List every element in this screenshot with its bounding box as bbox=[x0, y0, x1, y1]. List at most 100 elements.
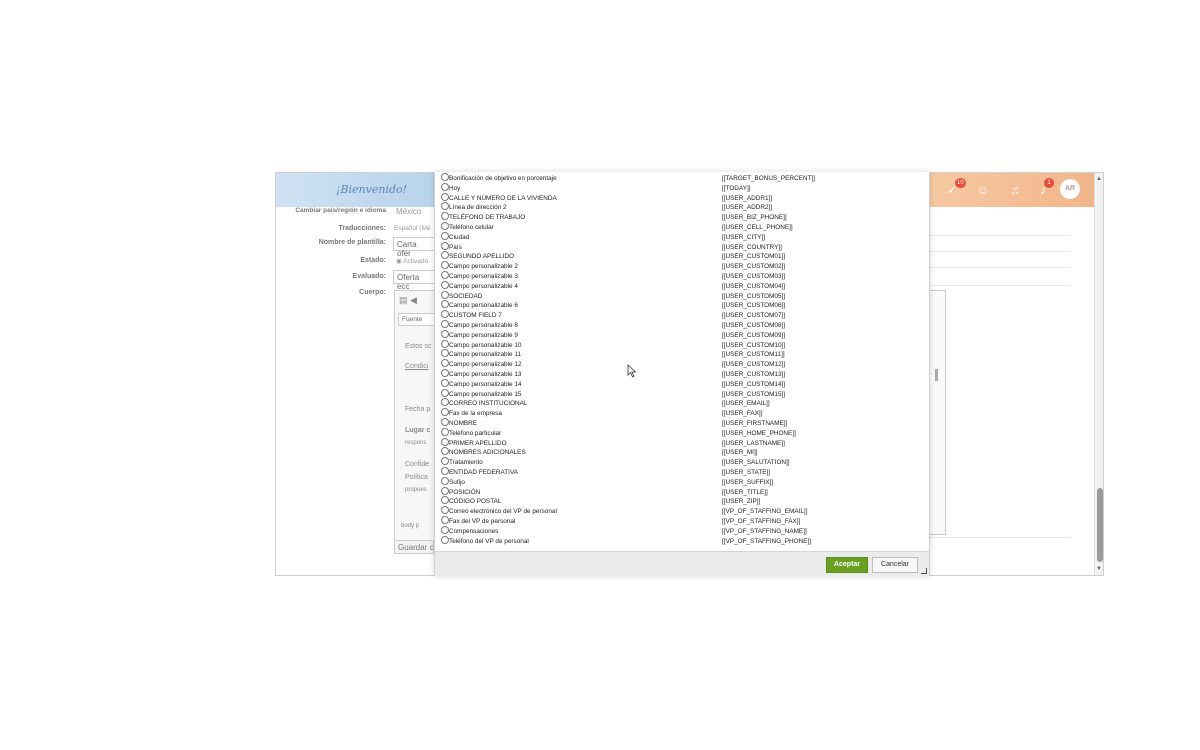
headset-icon[interactable]: ♫ bbox=[1007, 182, 1023, 198]
radio-button[interactable] bbox=[441, 212, 449, 221]
token-option[interactable]: NOMBRES ADICIONALES [[USER_MI]] bbox=[441, 447, 921, 457]
token-option[interactable]: Campo personalizable 6 [[USER_CUSTOM06]] bbox=[441, 300, 921, 310]
token-option[interactable]: Teléfono celular [[USER_CELL_PHONE]] bbox=[441, 222, 921, 232]
token-option[interactable]: POSICIÓN [[USER_TITLE]] bbox=[441, 486, 921, 497]
font-select[interactable]: Fuente bbox=[398, 313, 438, 326]
editor-scroll-area[interactable] bbox=[928, 290, 946, 535]
token-option[interactable]: SEGUNDO APELLIDO [[USER_CUSTOM01]] bbox=[441, 251, 921, 261]
translations-value[interactable]: Español (Mé bbox=[394, 225, 431, 232]
radio-button[interactable] bbox=[441, 525, 449, 534]
people-icon[interactable]: ☺ bbox=[975, 182, 991, 198]
accept-button[interactable]: Aceptar bbox=[826, 557, 868, 573]
page-scrollbar[interactable]: ▲ ▼ bbox=[1094, 173, 1103, 575]
radio-button[interactable] bbox=[441, 467, 449, 475]
radio-button[interactable] bbox=[441, 310, 449, 319]
radio-button[interactable] bbox=[441, 496, 449, 505]
radio-button[interactable] bbox=[441, 359, 449, 368]
token-option[interactable]: CORREO INSTITUCIONAL [[USER_EMAIL]] bbox=[441, 398, 921, 408]
save-button[interactable]: Guardar c bbox=[394, 540, 434, 554]
token-option-placeholder: [[USER_FIRSTNAME]] bbox=[722, 420, 788, 427]
region-value[interactable]: México bbox=[396, 207, 421, 216]
radio-button[interactable] bbox=[441, 349, 449, 358]
token-option[interactable]: PRIMER APELLIDO [[USER_LASTNAME]] bbox=[441, 437, 921, 448]
token-option[interactable]: Campo personalizable 14 [[USER_CUSTOM14]] bbox=[441, 378, 921, 389]
body-editor[interactable]: ▤ ◀ Fuente Estos sc Condici Fecha p Luga… bbox=[394, 290, 438, 542]
token-option[interactable]: TELÉFONO DE TRABAJO [[USER_BIZ_PHONE]] bbox=[441, 212, 921, 222]
evaluated-input[interactable]: Oferta ecc bbox=[393, 270, 435, 291]
token-option[interactable]: Sufijo [[USER_SUFFIX]] bbox=[441, 476, 921, 487]
editor-toolbar-icons[interactable]: ▤ ◀ bbox=[399, 295, 417, 306]
token-option[interactable]: Campo personalizable 8 [[USER_CUSTOM08]] bbox=[441, 320, 921, 330]
radio-button[interactable] bbox=[441, 339, 449, 348]
token-option[interactable]: Campo personalizable 4 [[USER_CUSTOM04]] bbox=[441, 280, 921, 291]
radio-button[interactable] bbox=[441, 535, 449, 544]
token-option[interactable]: Teléfono del VP de personal [[VP_OF_STAFF… bbox=[441, 535, 921, 546]
radio-button[interactable] bbox=[441, 329, 449, 338]
token-option[interactable]: Campo personalizable 15 [[USER_CUSTOM15]] bbox=[441, 388, 921, 399]
radio-button[interactable] bbox=[441, 261, 449, 270]
radio-button[interactable] bbox=[441, 476, 449, 485]
avatar[interactable]: AR bbox=[1060, 179, 1080, 199]
radio-button[interactable] bbox=[441, 457, 449, 466]
token-option[interactable]: CALLE Y NÚMERO DE LA VIVIENDA [[USER_ADDR… bbox=[441, 192, 921, 203]
radio-button[interactable] bbox=[441, 251, 449, 260]
token-option[interactable]: Campo personalizable 3 [[USER_CUSTOM03]] bbox=[441, 271, 921, 281]
radio-button[interactable] bbox=[441, 398, 449, 407]
radio-button[interactable] bbox=[441, 192, 449, 201]
radio-button[interactable] bbox=[441, 408, 449, 417]
editor-scrollbar-thumb[interactable] bbox=[935, 369, 938, 381]
token-option[interactable]: Ciudad [[USER_CITY]] bbox=[441, 231, 921, 242]
token-option[interactable]: Tratamiento [[USER_SALUTATION]] bbox=[441, 457, 921, 467]
token-option[interactable]: CUSTOM FIELD 7 [[USER_CUSTOM07]] bbox=[441, 310, 921, 320]
status-radio[interactable]: ◉ Activado bbox=[396, 257, 428, 265]
token-option-label: Compensaciones bbox=[449, 527, 499, 535]
radio-button[interactable] bbox=[441, 486, 449, 495]
radio-button[interactable] bbox=[441, 241, 449, 250]
token-option[interactable]: Campo personalizable 2 [[USER_CUSTOM02]] bbox=[441, 261, 921, 271]
token-option[interactable]: Fax del VP de personal [[VP_OF_STAFFING_F… bbox=[441, 516, 921, 526]
token-option[interactable]: Compensaciones [[VP_OF_STAFFING_NAME]] bbox=[441, 525, 921, 536]
token-option[interactable]: Campo personalizable 9 [[USER_CUSTOM09]] bbox=[441, 329, 921, 340]
token-option[interactable]: SOCIEDAD [[USER_CUSTOM05]] bbox=[441, 290, 921, 301]
radio-button[interactable] bbox=[441, 388, 449, 397]
token-option[interactable]: NOMBRE [[USER_FIRSTNAME]] bbox=[441, 418, 921, 428]
token-option[interactable]: CÓDIGO POSTAL [[USER_ZIP]] bbox=[441, 496, 921, 506]
scroll-down-icon[interactable]: ▼ bbox=[1096, 566, 1102, 572]
radio-button[interactable] bbox=[441, 182, 449, 191]
token-option[interactable]: Teléfono particular [[USER_HOME_PHONE]] bbox=[441, 427, 921, 438]
radio-button[interactable] bbox=[441, 506, 449, 515]
radio-button[interactable] bbox=[441, 222, 449, 230]
token-option[interactable]: Línea de dirección 2 [[USER_ADDR2]] bbox=[441, 202, 921, 212]
token-option[interactable]: Hoy [[TODAY]] bbox=[441, 182, 921, 193]
radio-button[interactable] bbox=[441, 447, 449, 456]
token-option[interactable]: Campo personalizable 13 [[USER_CUSTOM13]] bbox=[441, 369, 921, 379]
radio-button[interactable] bbox=[441, 280, 449, 289]
radio-button[interactable] bbox=[441, 369, 449, 377]
radio-button[interactable] bbox=[441, 271, 449, 279]
token-option[interactable]: Campo personalizable 12 [[USER_CUSTOM12]] bbox=[441, 359, 921, 369]
page-scrollbar-thumb[interactable] bbox=[1097, 488, 1103, 562]
radio-button[interactable] bbox=[441, 202, 449, 211]
radio-button[interactable] bbox=[441, 378, 449, 387]
status-label: Estado: bbox=[360, 257, 386, 264]
resize-handle-icon[interactable] bbox=[921, 568, 927, 574]
token-option[interactable]: Campo personalizable 10 [[USER_CUSTOM10]] bbox=[441, 339, 921, 350]
token-option[interactable]: Fax de la empresa [[USER_FAX]] bbox=[441, 408, 921, 418]
token-option[interactable]: Correo electrónico del VP de personal [[V… bbox=[441, 506, 921, 516]
token-option[interactable]: Campo personalizable 11 [[USER_CUSTOM11]] bbox=[441, 349, 921, 359]
radio-button[interactable] bbox=[441, 320, 449, 328]
radio-button[interactable] bbox=[441, 173, 449, 181]
template-name-input[interactable]: Carta ofer bbox=[393, 237, 435, 258]
radio-button[interactable] bbox=[441, 516, 449, 524]
radio-button[interactable] bbox=[441, 427, 449, 436]
radio-button[interactable] bbox=[441, 231, 449, 240]
cancel-button[interactable]: Cancelar bbox=[872, 557, 918, 573]
scroll-up-icon[interactable]: ▲ bbox=[1096, 176, 1102, 182]
token-option[interactable]: ENTIDAD FEDERATIVA [[USER_STATE]] bbox=[441, 467, 921, 477]
token-option[interactable]: Bonificación de objetivo en porcentaje [[… bbox=[441, 173, 921, 183]
radio-button[interactable] bbox=[441, 418, 449, 426]
token-option[interactable]: País [[USER_COUNTRY]] bbox=[441, 241, 921, 252]
radio-button[interactable] bbox=[441, 290, 449, 299]
radio-button[interactable] bbox=[441, 300, 449, 309]
radio-button[interactable] bbox=[441, 437, 449, 446]
